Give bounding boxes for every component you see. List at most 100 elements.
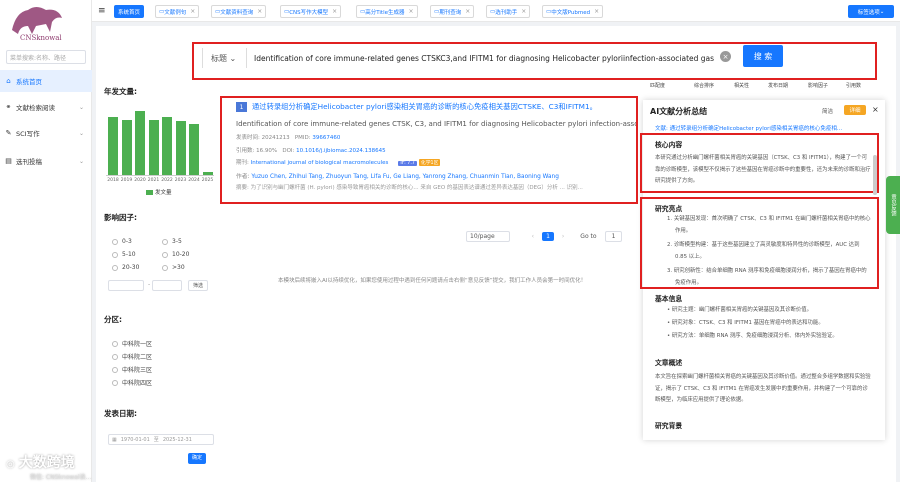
close-icon[interactable]: × bbox=[872, 105, 879, 114]
filter-button[interactable]: 筛选 bbox=[188, 280, 209, 291]
impact-option[interactable]: 3-5 bbox=[162, 238, 182, 245]
tab-label: 期刊查询 bbox=[439, 9, 462, 16]
radio-icon bbox=[112, 251, 118, 258]
menu-toggle-icon[interactable]: ≡ bbox=[98, 6, 106, 16]
close-icon[interactable]: × bbox=[257, 8, 262, 15]
tab-journal-assistant[interactable]: ▭ 选刊助手 × bbox=[486, 5, 531, 18]
impact-min-input[interactable] bbox=[108, 280, 144, 291]
x-tick-label: 2024 bbox=[188, 178, 200, 183]
result-index-badge: 1 bbox=[236, 102, 247, 112]
tab-label: 系统首页 bbox=[118, 9, 141, 16]
close-icon[interactable]: × bbox=[521, 8, 526, 15]
radio-icon bbox=[162, 238, 168, 245]
close-icon[interactable]: × bbox=[465, 8, 470, 15]
tab-title-generator[interactable]: ▭ 高分Title生成器 × bbox=[356, 5, 418, 18]
sort-option[interactable]: 引用数 bbox=[846, 82, 861, 89]
impact-option[interactable]: 10-20 bbox=[162, 251, 189, 258]
search-field-select[interactable]: 标题 ⌄ bbox=[202, 48, 247, 68]
tab-label: CNS写作大模型 bbox=[289, 9, 329, 16]
journal-link[interactable]: International journal of biological macr… bbox=[251, 160, 389, 166]
zone-option[interactable]: 中科院四区 bbox=[112, 378, 152, 387]
sort-option[interactable]: 影响因子 bbox=[808, 82, 828, 89]
annual-bar-chart: 2018 2019 2020 2021 2022 2023 2024 2025 bbox=[106, 100, 214, 183]
select-value: 标题 bbox=[211, 53, 227, 63]
goto-input[interactable]: 1 bbox=[604, 231, 623, 242]
basic-info-title: 基本信息 bbox=[655, 295, 683, 303]
doi-link[interactable]: 10.1016/j.ijbiomac.2024.138645 bbox=[296, 148, 386, 154]
search-input[interactable]: Identification of core immune-related ge… bbox=[254, 48, 714, 68]
page-number[interactable]: 1 bbox=[542, 232, 554, 241]
sort-option[interactable]: 综合排序 bbox=[694, 82, 714, 89]
highlight-item: 2. 诊断模型构建：基于这些基因建立了高灵敏度和特异性的诊断模型，AUC 达到 … bbox=[667, 242, 860, 260]
tab-detailed[interactable]: 详细 bbox=[844, 105, 866, 115]
result-title-en[interactable]: Identification of core immune-related ge… bbox=[236, 120, 636, 128]
result-abstract: 摘要: 为了识别与幽门螺杆菌 (H. pylori) 感染导致胃癌相关的诊断的核… bbox=[236, 185, 583, 191]
bar-2018 bbox=[108, 116, 118, 175]
link-icon: ⚭ bbox=[5, 103, 12, 111]
sort-option[interactable]: 匹配度 bbox=[650, 82, 665, 89]
chevron-down-icon: ⌄ bbox=[229, 53, 237, 63]
brand-text: 大数跨境 bbox=[18, 455, 75, 471]
clear-icon[interactable]: × bbox=[720, 51, 731, 62]
sort-option[interactable]: 发布日期 bbox=[768, 82, 788, 89]
svg-text:CNSknowal: CNSknowal bbox=[20, 34, 62, 42]
impact-max-input[interactable] bbox=[152, 280, 182, 291]
feedback-tab[interactable]: 意见反馈 bbox=[886, 176, 900, 234]
zone-option[interactable]: 中科院三区 bbox=[112, 365, 152, 374]
tab-label: 选刊助手 bbox=[495, 9, 518, 16]
result-title-cn[interactable]: 通过转录组分析确定Helicobacter pylori感染相关胃癌的诊断的核心… bbox=[252, 102, 597, 112]
date-from: 1970-01-01 bbox=[120, 436, 150, 443]
panel-scrollbar[interactable] bbox=[873, 155, 877, 195]
tab-options-dropdown[interactable]: 标签选项 ⌄ bbox=[848, 5, 894, 18]
impact-option[interactable]: 20-30 bbox=[112, 264, 139, 271]
result-meta-date: 发表时间: 20241213 PMID: 39667460 bbox=[236, 133, 340, 141]
tab-home[interactable]: 系统首页 bbox=[114, 5, 145, 18]
tab-concise[interactable]: 简洁 bbox=[822, 107, 833, 115]
tab-literature-query[interactable]: ▭ 文献资料查询 × bbox=[211, 5, 267, 18]
sidebar-item-sci-writing[interactable]: ✎ SCI写作 ⌄ bbox=[0, 122, 92, 144]
impact-option[interactable]: >30 bbox=[162, 264, 185, 271]
pmid-link[interactable]: 39667460 bbox=[312, 135, 340, 141]
zone-option[interactable]: 中科院一区 bbox=[112, 339, 152, 348]
impact-option[interactable]: 0-3 bbox=[112, 238, 132, 245]
sidebar-item-label: SCI写作 bbox=[16, 130, 40, 138]
tab-journal-query[interactable]: ▭ 期刊查询 × bbox=[430, 5, 475, 18]
close-icon[interactable]: × bbox=[190, 8, 195, 15]
sidebar-item-home[interactable]: ⌂ 系统首页 bbox=[0, 70, 92, 92]
sort-option[interactable]: 相关性 bbox=[734, 82, 749, 89]
x-tick-label: 2020 bbox=[134, 178, 146, 183]
tab-sentences[interactable]: ▭ 文献例句 × bbox=[155, 5, 200, 18]
core-content-text: 本研究通过分析幽门螺杆菌相关胃癌的关键基因（CTSK、C3 和 IFITM1），… bbox=[655, 155, 871, 184]
chart-legend: 发文量 bbox=[146, 188, 172, 196]
close-icon[interactable]: × bbox=[409, 8, 414, 15]
basic-info-item: • 研究方法：单细胞 RNA 测序、免疫细胞浸润分析、体内外实验验证。 bbox=[667, 333, 838, 339]
publish-date: 20241213 bbox=[261, 135, 290, 141]
tab-pubmed-cn[interactable]: ▭ 中文版Pubmed × bbox=[542, 5, 604, 18]
option-label: 0-3 bbox=[122, 238, 132, 245]
close-icon[interactable]: × bbox=[332, 8, 337, 15]
radio-icon bbox=[112, 366, 118, 373]
sidebar-item-literature[interactable]: ⚭ 文献检索阅读 ⌄ bbox=[0, 96, 92, 118]
option-label: 5-10 bbox=[122, 251, 136, 258]
tab-cns-model[interactable]: ▭ CNS写作大模型 × bbox=[280, 5, 342, 18]
background-title: 研究背景 bbox=[655, 422, 683, 430]
bar-2021 bbox=[148, 119, 159, 175]
brand-logo: CNSknowal bbox=[12, 7, 62, 42]
search-button[interactable]: 搜 索 bbox=[743, 45, 783, 67]
date-confirm-button[interactable]: 确定 bbox=[188, 453, 207, 464]
legend-swatch bbox=[146, 189, 153, 195]
write-icon: ✎ bbox=[5, 129, 12, 137]
close-icon[interactable]: × bbox=[594, 8, 599, 15]
date-range-input[interactable]: ▦ 1970-01-01 至 2025-12-31 bbox=[108, 434, 214, 445]
sidebar-item-journal-submit[interactable]: ▤ 选刊投稿 ⌄ bbox=[0, 150, 92, 172]
authors-list[interactable]: Yuzuo Chen, Zhihui Tang, Zhuoyun Tang, L… bbox=[251, 174, 558, 180]
x-tick-label: 2025 bbox=[201, 178, 214, 183]
menu-search-input[interactable]: 菜单搜索:名称、路径 bbox=[6, 50, 86, 64]
prev-page-icon[interactable]: ‹ bbox=[532, 233, 534, 240]
zone-option[interactable]: 中科院二区 bbox=[112, 352, 152, 361]
meta-label: 作者: bbox=[236, 174, 252, 180]
next-page-icon[interactable]: › bbox=[562, 233, 564, 240]
page-size-select[interactable]: 10/page bbox=[466, 231, 510, 242]
radio-icon bbox=[112, 238, 118, 245]
impact-option[interactable]: 5-10 bbox=[112, 251, 136, 258]
